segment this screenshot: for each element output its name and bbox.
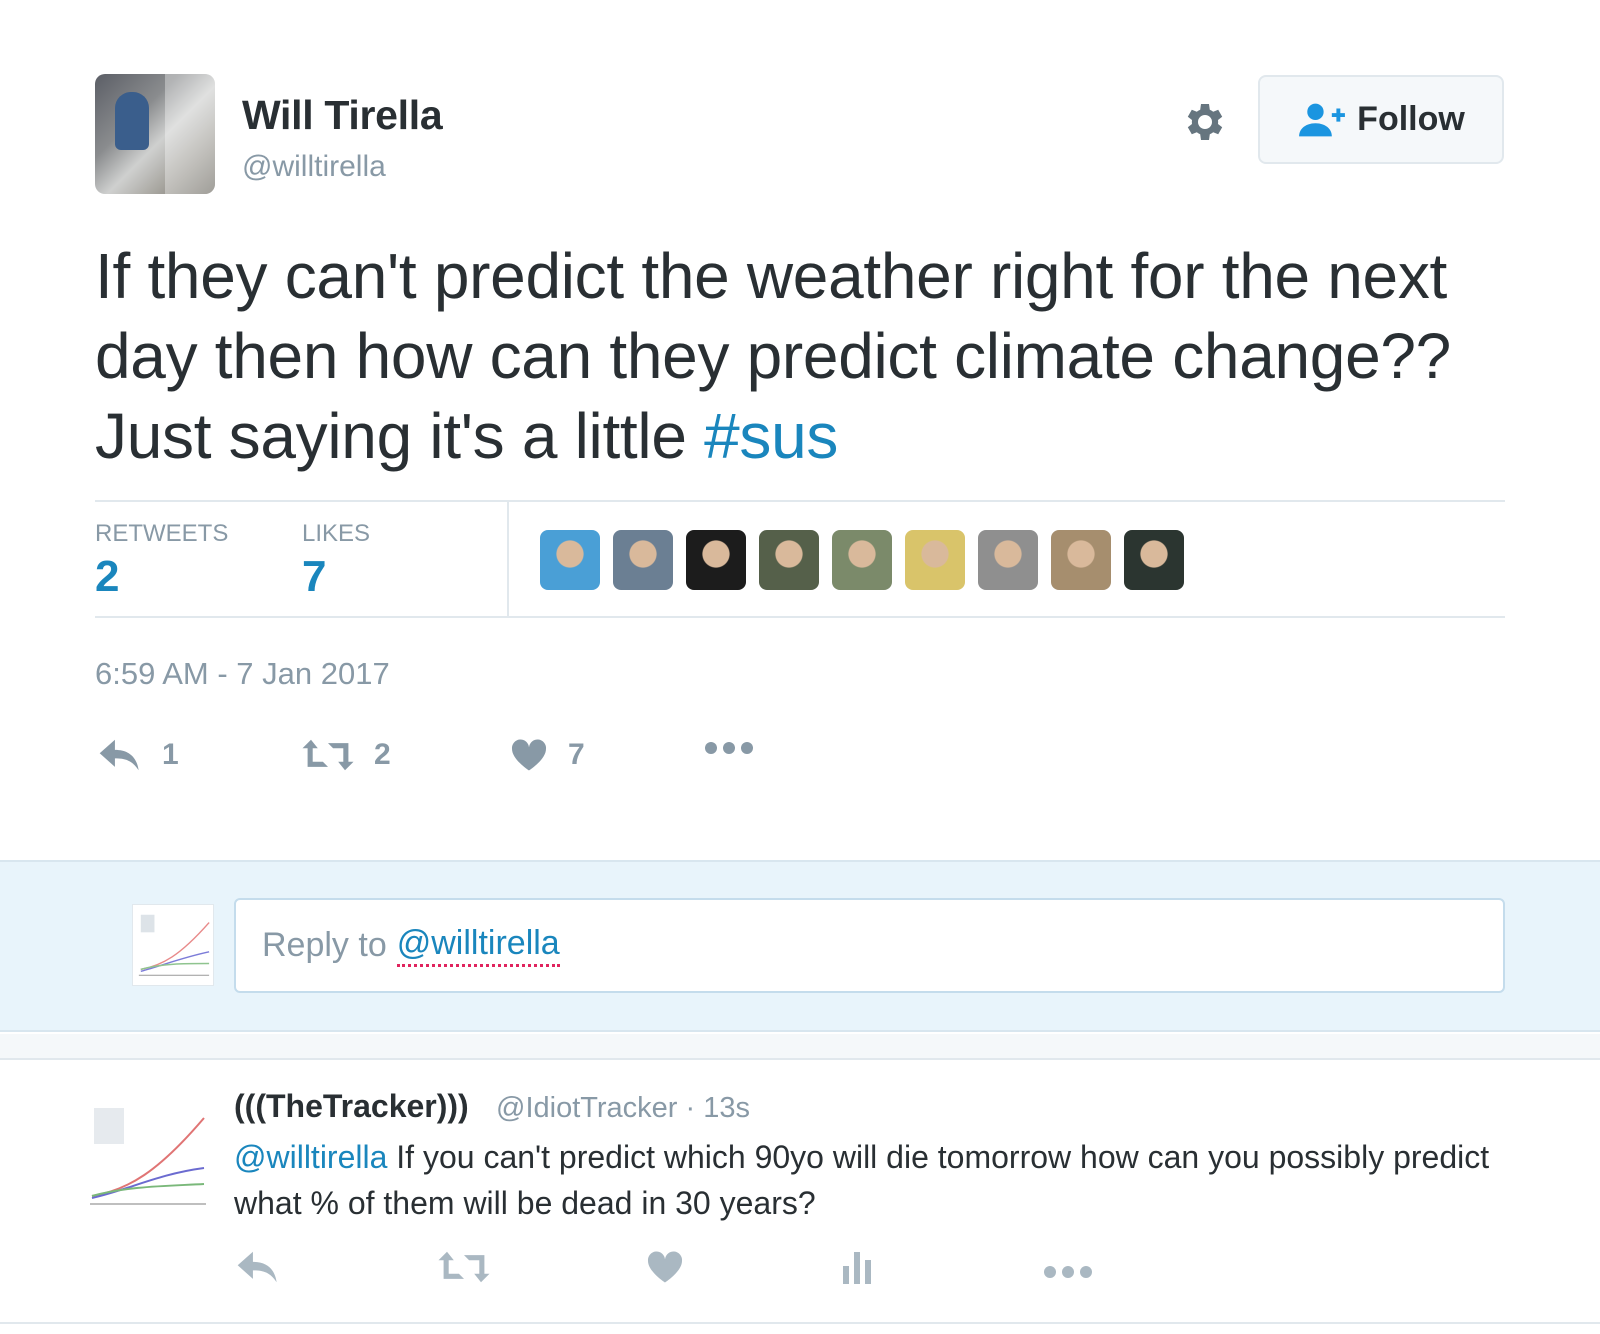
divider: [95, 616, 1505, 618]
tweet-timestamp[interactable]: 6:59 AM - 7 Jan 2017: [95, 656, 390, 692]
heart-icon[interactable]: [646, 1250, 684, 1284]
add-user-icon: [1299, 103, 1346, 136]
more-icon: [705, 742, 753, 754]
hashtag-link[interactable]: #sus: [704, 400, 838, 472]
divider: [95, 500, 1505, 502]
liker-avatar[interactable]: [1051, 530, 1111, 590]
user-handle[interactable]: @willtirella: [242, 150, 386, 184]
tweet-text: If they can't predict the weather right …: [95, 236, 1515, 476]
reply-tweet-mention[interactable]: @willtirella: [234, 1139, 387, 1175]
own-avatar[interactable]: [132, 904, 214, 986]
reply-tweet-body: If you can't predict which 90yo will die…: [234, 1139, 1490, 1221]
user-avatar[interactable]: [95, 74, 215, 194]
more-icon[interactable]: [1042, 1262, 1094, 1282]
reply-mention: @willtirella: [396, 924, 560, 967]
reply-input[interactable]: Reply to @willtirella: [234, 898, 1505, 993]
user-name[interactable]: Will Tirella: [242, 92, 443, 139]
follow-label: Follow: [1357, 100, 1465, 138]
retweets-label[interactable]: RETWEETS: [95, 520, 228, 548]
follow-button[interactable]: Follow: [1258, 75, 1504, 164]
liker-avatar[interactable]: [540, 530, 600, 590]
liker-avatar[interactable]: [759, 530, 819, 590]
more-button[interactable]: [703, 738, 755, 758]
divider: [0, 1322, 1600, 1324]
likers-avatars: [540, 530, 1184, 590]
reply-author-handle[interactable]: @IdiotTracker · 13s: [496, 1092, 750, 1125]
reply-tweet-text: @willtirella If you can't predict which …: [234, 1134, 1514, 1226]
heart-icon: [511, 739, 547, 771]
liker-avatar[interactable]: [978, 530, 1038, 590]
retweet-icon[interactable]: [438, 1250, 490, 1284]
reply-button[interactable]: 1: [98, 738, 179, 772]
reply-icon: [99, 739, 139, 771]
liker-avatar[interactable]: [1124, 530, 1184, 590]
likes-count[interactable]: 7: [302, 552, 326, 602]
liker-avatar[interactable]: [613, 530, 673, 590]
retweet-count: 2: [374, 738, 391, 771]
gear-icon[interactable]: [1181, 98, 1229, 146]
like-count: 7: [568, 738, 585, 771]
retweet-button[interactable]: 2: [302, 738, 391, 772]
retweet-icon: [302, 739, 354, 771]
reply-placeholder: Reply to: [262, 926, 387, 964]
reply-author-name[interactable]: (((TheTracker))): [234, 1088, 469, 1125]
reply-author-avatar[interactable]: [88, 1092, 210, 1214]
liker-avatar[interactable]: [686, 530, 746, 590]
like-button[interactable]: 7: [510, 738, 585, 772]
tweet-detail: Will Tirella @willtirella Follow If they…: [0, 0, 1600, 860]
reply-icon[interactable]: [236, 1250, 280, 1284]
retweets-count[interactable]: 2: [95, 552, 119, 602]
analytics-icon[interactable]: [842, 1250, 872, 1284]
divider: [507, 500, 509, 618]
liker-avatar[interactable]: [832, 530, 892, 590]
likes-label[interactable]: LIKES: [302, 520, 370, 548]
reply-count: 1: [162, 738, 179, 771]
divider: [0, 1034, 1600, 1060]
liker-avatar[interactable]: [905, 530, 965, 590]
